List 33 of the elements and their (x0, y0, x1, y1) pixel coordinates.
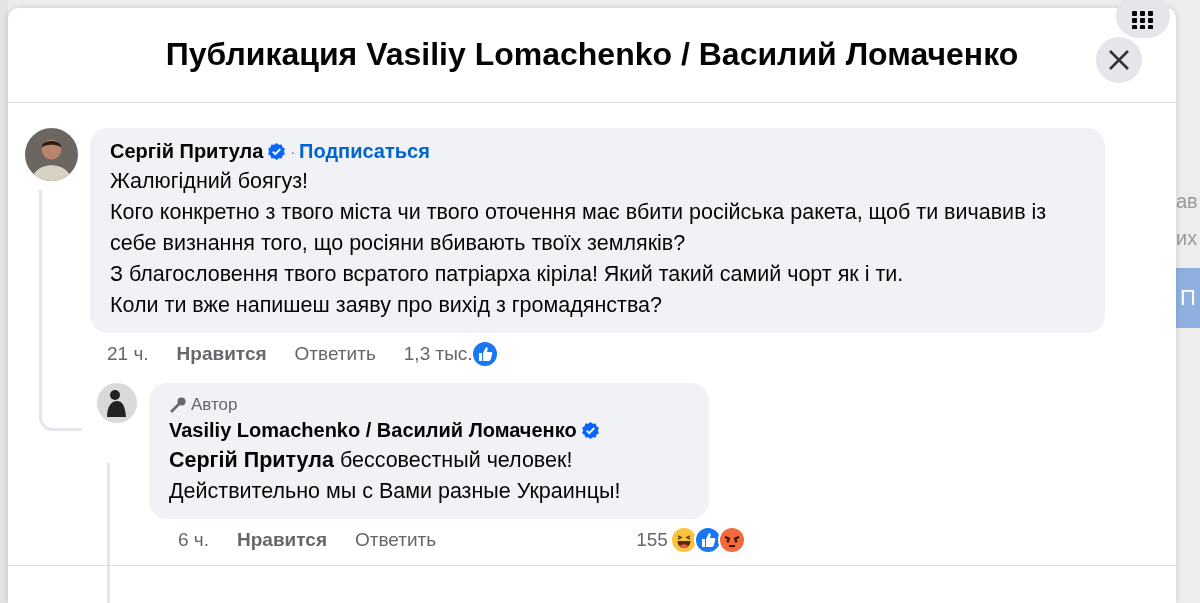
background-text: ав (1176, 190, 1199, 213)
comment-text: Коли ти вже напишеш заяву про вихід з громадянства? (110, 291, 663, 319)
comment-author[interactable]: Vasiliy Lomachenko / Василий Ломаченко (169, 419, 577, 443)
user-avatar[interactable] (25, 127, 78, 181)
reply-link[interactable]: Ответить (294, 342, 376, 365)
microphone-icon (169, 395, 187, 414)
comment-time[interactable]: 6 ч. (178, 528, 210, 551)
user-avatar[interactable] (97, 382, 137, 423)
laughing-face-icon (669, 525, 698, 554)
comment-time[interactable]: 21 ч. (107, 342, 149, 365)
grid-icon (1132, 11, 1154, 29)
like-link[interactable]: Нравится (176, 342, 267, 365)
follow-link[interactable]: Подписаться (299, 140, 430, 164)
comment-text: Кого конкретно з твого міста чи твого оточення має вбити російська ракета, щоб ти вичавив із себе визнання того, що росіяни вбивають твоїх земляків? (110, 198, 1048, 257)
close-icon (1108, 49, 1130, 71)
reply-link[interactable]: Ответить (355, 528, 437, 551)
comment-author[interactable]: Сергій Притула (110, 140, 264, 164)
author-label: Автор (191, 394, 238, 415)
like-link[interactable]: Нравится (237, 528, 327, 551)
comment-text: Жалюгідний боягуз! (110, 167, 310, 195)
reaction-count[interactable]: 1,3 тыс. (403, 342, 473, 365)
separator-dot: · (290, 143, 296, 160)
background-text: их (1176, 227, 1199, 250)
comment-text: Сергій Притула бессовестный человек! (169, 446, 574, 474)
angry-face-icon (717, 525, 746, 554)
thumbs-up-icon (693, 525, 722, 554)
close-button[interactable] (1096, 37, 1142, 83)
menu-button[interactable] (1116, 0, 1170, 38)
thumbs-up-icon (470, 339, 499, 368)
dialog-title: Публикация Vasiliy Lomachenko / Василий Ломаченко (165, 36, 1019, 74)
reaction-count[interactable]: 155 (636, 528, 668, 551)
comment-text: Действительно мы с Вами разные Украинцы! (169, 477, 622, 505)
comment-text: З благословення твого всратого патріарха кіріла! Який такий самий чорт як і ти. (110, 260, 905, 288)
